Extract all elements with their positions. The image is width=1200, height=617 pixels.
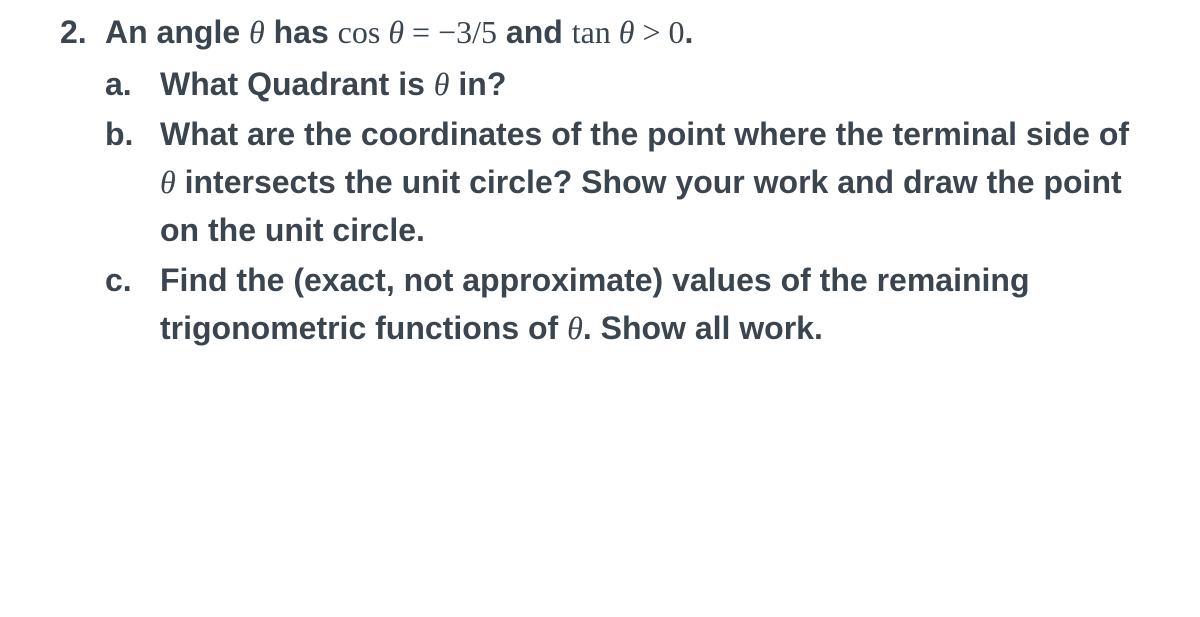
part-a-text: What Quadrant is θ in? — [160, 60, 1150, 108]
problem-main: 2. An angle θ has cos θ = −3/5 and tan θ… — [50, 8, 1150, 56]
part-b-q1: What are the coordinates of the point wh… — [160, 116, 1129, 152]
theta-symbol: θ — [434, 66, 450, 102]
intro-text-1: An angle — [105, 14, 249, 50]
problem-container: 2. An angle θ has cos θ = −3/5 and tan θ… — [50, 8, 1150, 352]
part-a: a. What Quadrant is θ in? — [105, 60, 1150, 108]
tan-expression: tan θ > 0 — [572, 14, 685, 50]
part-c: c. Find the (exact, not approximate) val… — [105, 256, 1150, 352]
theta-symbol: θ — [619, 14, 635, 50]
part-c-text: Find the (exact, not approximate) values… — [160, 256, 1150, 352]
problem-statement: An angle θ has cos θ = −3/5 and tan θ > … — [105, 8, 1150, 56]
theta-symbol: θ — [160, 164, 176, 200]
intro-text-2: has — [265, 14, 338, 50]
intro-text-3: and — [497, 14, 572, 50]
part-a-q2: in? — [450, 66, 507, 102]
intro-text-4: . — [685, 14, 694, 50]
cos-expression: cos θ = −3/5 — [338, 14, 497, 50]
tan-label: tan — [572, 14, 611, 50]
part-b: b. What are the coordinates of the point… — [105, 110, 1150, 254]
part-b-q2: intersects the unit circle? Show your wo… — [160, 164, 1122, 248]
theta-symbol: θ — [567, 310, 583, 346]
part-letter: b. — [105, 110, 160, 158]
theta-symbol: θ — [249, 14, 265, 50]
part-letter: a. — [105, 60, 160, 108]
part-a-q1: What Quadrant is — [160, 66, 434, 102]
part-b-text: What are the coordinates of the point wh… — [160, 110, 1150, 254]
theta-symbol: θ — [388, 14, 404, 50]
cos-value: = −3/5 — [404, 14, 497, 50]
cos-label: cos — [338, 14, 381, 50]
tan-value: > 0 — [635, 14, 685, 50]
part-c-q2: . Show all work. — [583, 310, 823, 346]
part-letter: c. — [105, 256, 160, 304]
problem-number: 2. — [50, 8, 105, 56]
sub-parts-list: a. What Quadrant is θ in? b. What are th… — [105, 60, 1150, 352]
